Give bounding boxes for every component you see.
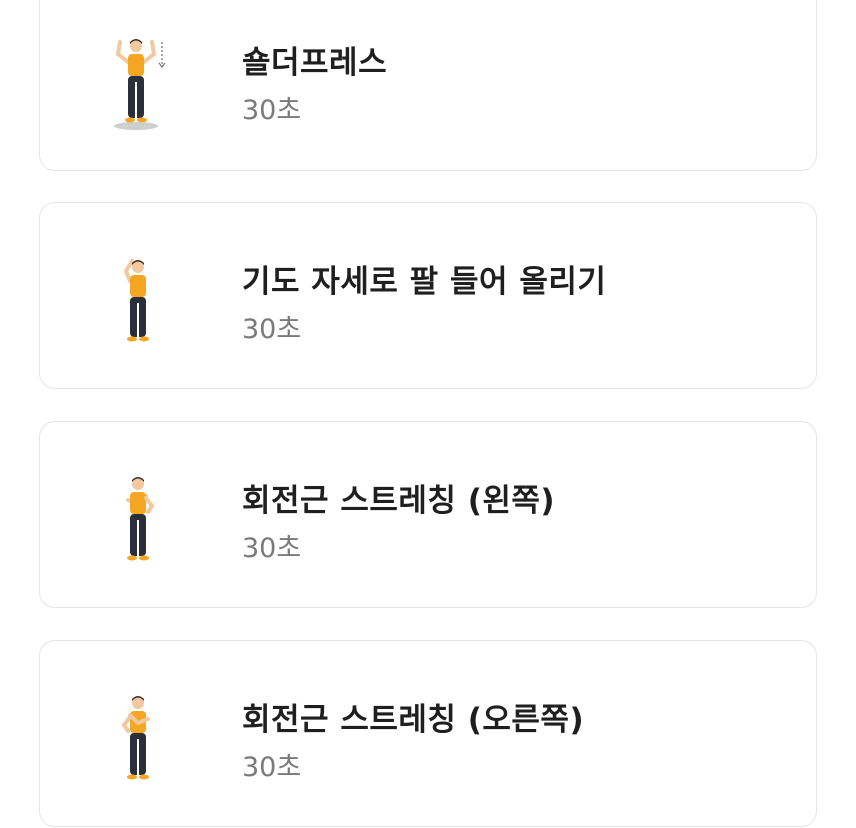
exercise-duration: 30초 bbox=[242, 314, 302, 345]
rotator-stretch-right-figure-icon bbox=[108, 693, 168, 789]
exercise-duration: 30초 bbox=[242, 752, 302, 783]
exercise-list: 숄더프레스 30초 기도 자세로 팔 들어 올리기 30초 회전근 스트레칭 (… bbox=[0, 0, 856, 828]
prayer-arm-raise-figure-icon bbox=[108, 255, 168, 351]
exercise-card-rotator-stretch-left[interactable]: 회전근 스트레칭 (왼쪽) 30초 bbox=[39, 421, 817, 608]
exercise-title: 숄더프레스 bbox=[242, 45, 388, 81]
exercise-card-rotator-stretch-right[interactable]: 회전근 스트레칭 (오른쪽) 30초 bbox=[39, 640, 817, 827]
exercise-duration: 30초 bbox=[242, 533, 302, 564]
exercise-title: 회전근 스트레칭 (왼쪽) bbox=[242, 483, 556, 519]
exercise-card-shoulder-press[interactable]: 숄더프레스 30초 bbox=[39, 0, 817, 171]
exercise-title: 기도 자세로 팔 들어 올리기 bbox=[242, 264, 607, 300]
exercise-card-prayer-arm-raise[interactable]: 기도 자세로 팔 들어 올리기 30초 bbox=[39, 202, 817, 389]
exercise-title: 회전근 스트레칭 (오른쪽) bbox=[242, 702, 585, 738]
rotator-stretch-left-figure-icon bbox=[108, 474, 168, 570]
shoulder-press-figure-icon bbox=[108, 36, 168, 132]
exercise-duration: 30초 bbox=[242, 95, 302, 126]
